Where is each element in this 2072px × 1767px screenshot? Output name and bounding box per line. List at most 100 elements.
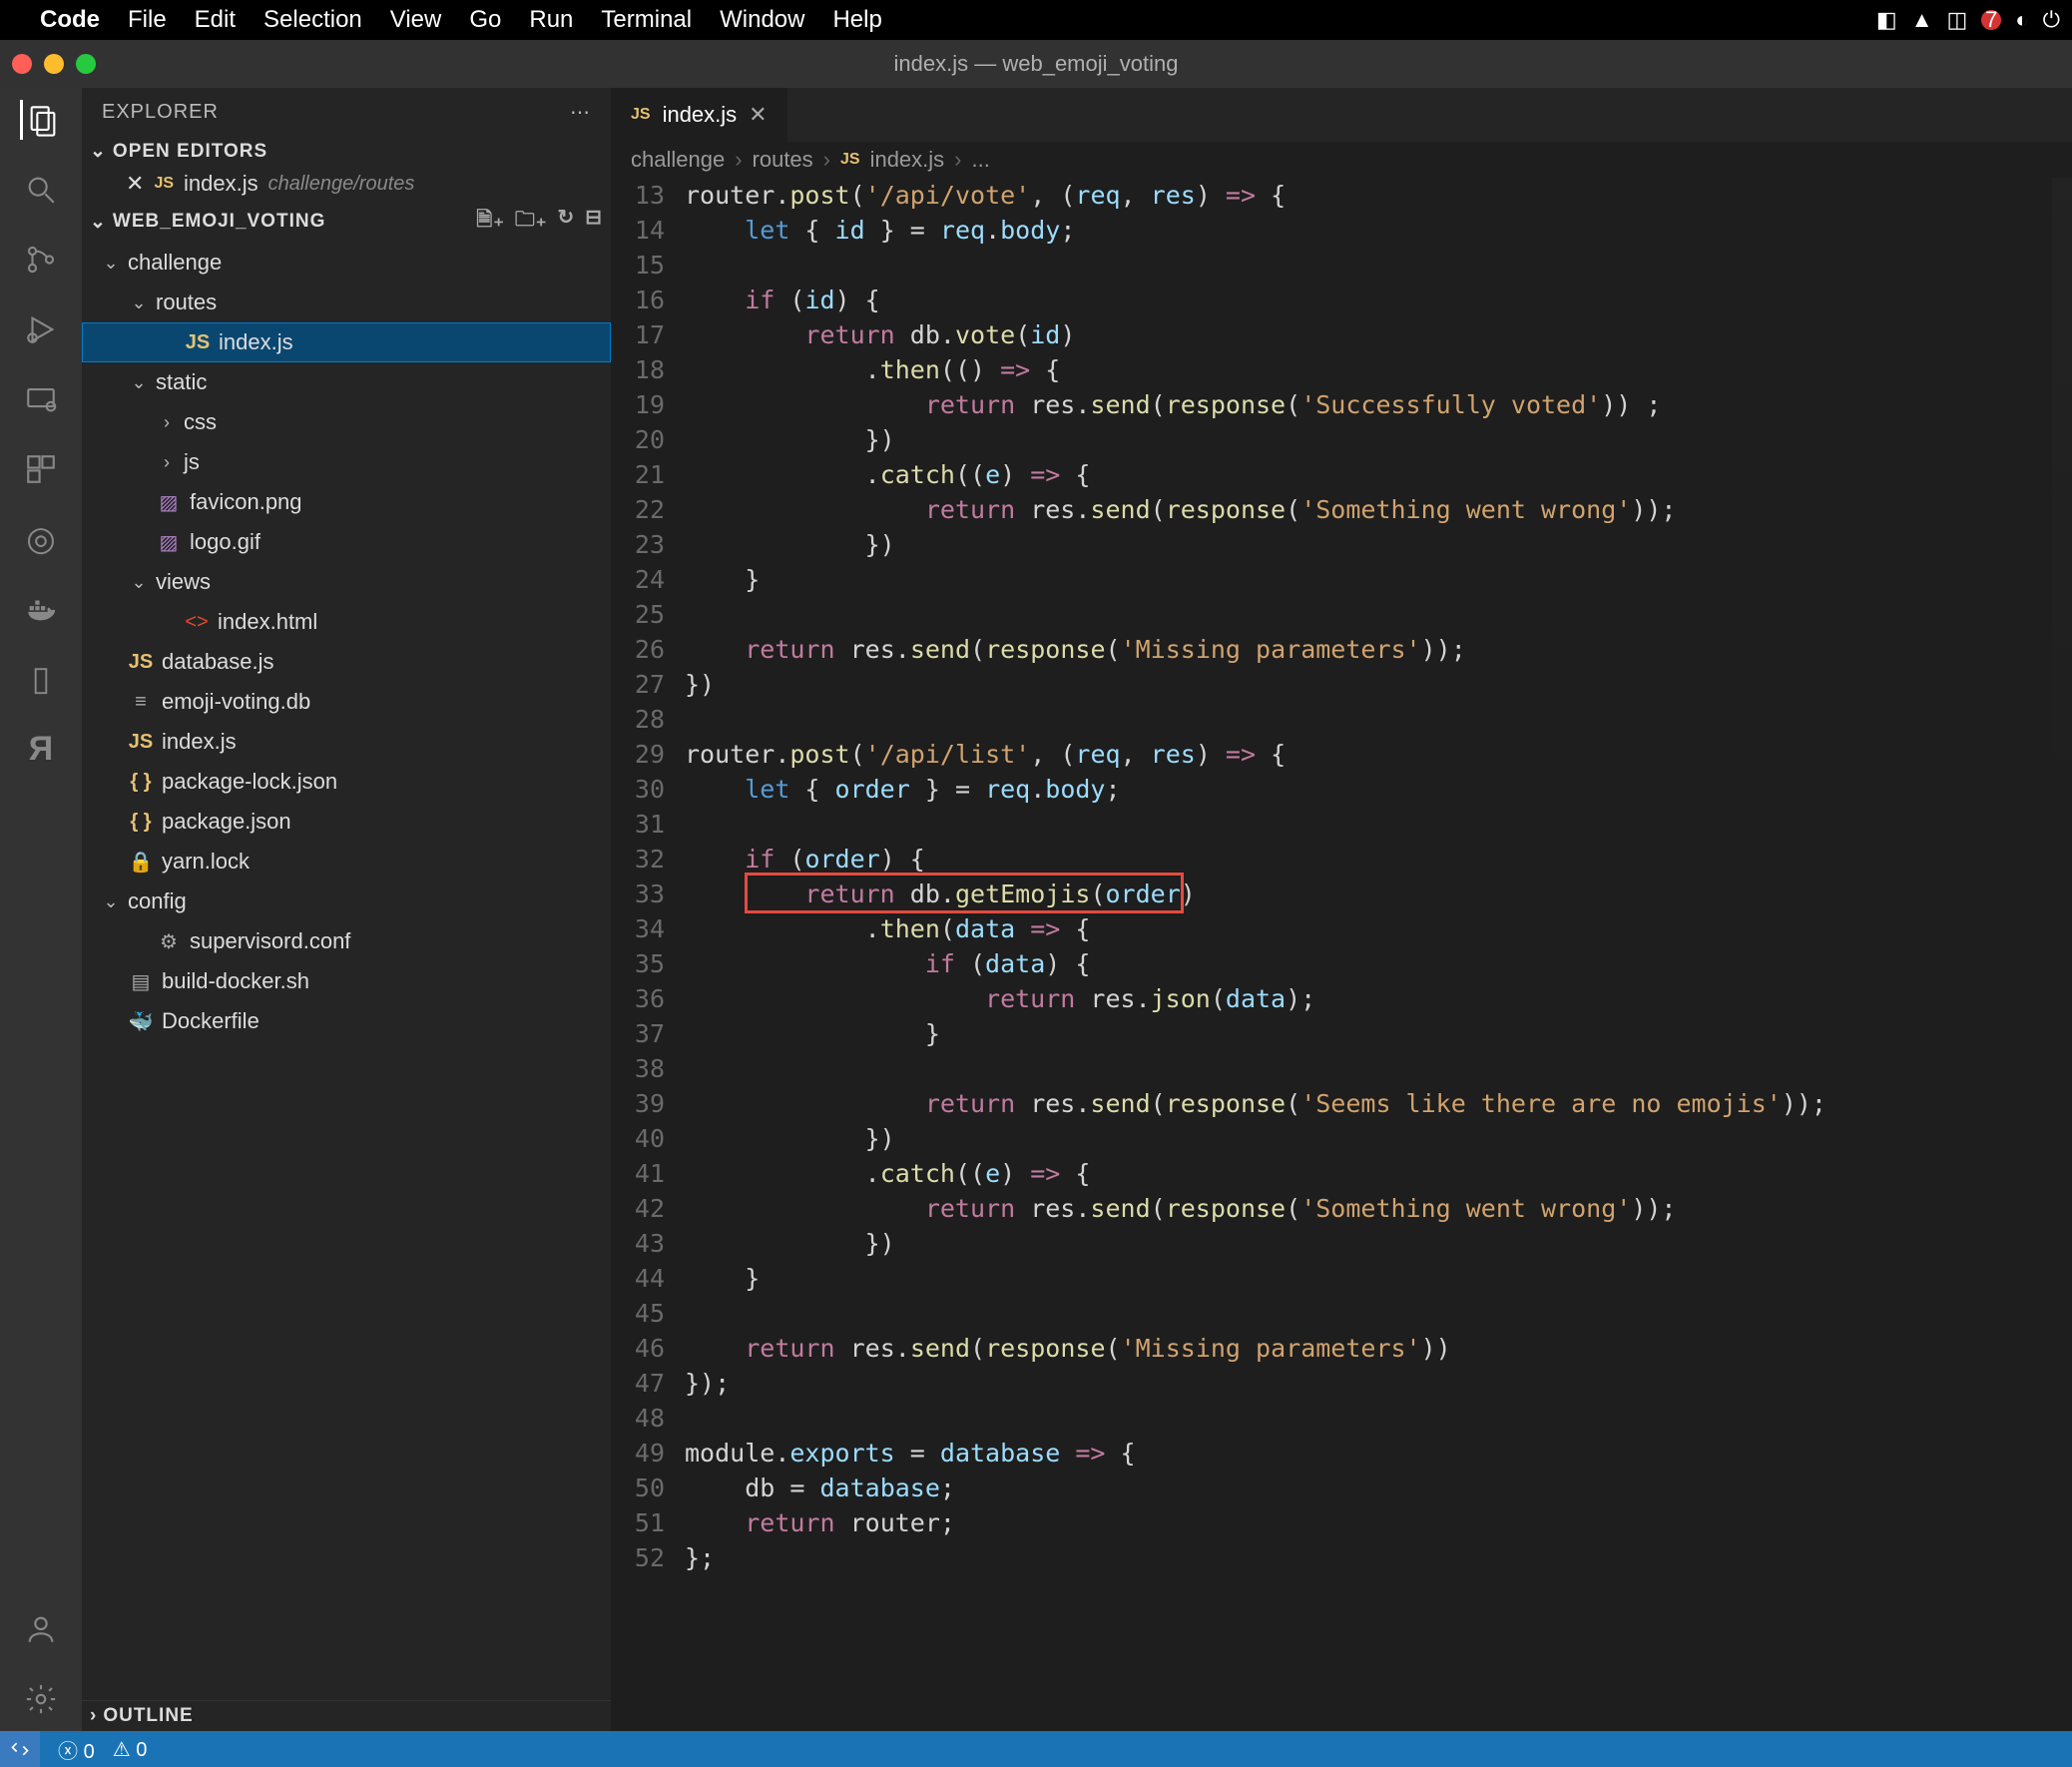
folder-tree-item[interactable]: ⌄routes bbox=[82, 283, 611, 322]
extensions-icon[interactable] bbox=[21, 449, 61, 489]
menu-run[interactable]: Run bbox=[529, 6, 573, 34]
folder-tree-item[interactable]: ⌄views bbox=[82, 562, 611, 602]
file-tree-item[interactable]: JSindex.js bbox=[82, 722, 611, 762]
account-icon[interactable] bbox=[21, 1609, 61, 1649]
tree-item-label: views bbox=[156, 569, 211, 595]
new-folder-icon[interactable]: 🗀₊ bbox=[515, 205, 548, 239]
docker-file-icon: 🐳 bbox=[128, 1009, 154, 1034]
line-gutter: 1314151617181920212223242526272829303132… bbox=[611, 178, 685, 1731]
docker-icon[interactable] bbox=[21, 589, 61, 629]
file-tree-item[interactable]: ▤build-docker.sh bbox=[82, 961, 611, 1001]
code-content[interactable]: router.post('/api/vote', (req, res) => {… bbox=[685, 178, 2072, 1731]
folder-tree-item[interactable]: ›js bbox=[82, 442, 611, 482]
menu-selection[interactable]: Selection bbox=[263, 6, 362, 34]
menu-edit[interactable]: Edit bbox=[195, 6, 236, 34]
editor-tabs: JS index.js ✕ bbox=[611, 88, 2072, 142]
folder-tree-item[interactable]: ⌄static bbox=[82, 362, 611, 402]
warnings-count[interactable]: ⚠ 0 bbox=[113, 1737, 148, 1762]
folder-tree-item[interactable]: ⌄challenge bbox=[82, 243, 611, 283]
close-icon[interactable]: ✕ bbox=[126, 171, 144, 197]
tree-item-label: build-docker.sh bbox=[162, 968, 309, 994]
new-file-icon[interactable]: 🗎₊ bbox=[476, 205, 505, 239]
editor-tab[interactable]: JS index.js ✕ bbox=[611, 88, 787, 142]
tree-item-label: package-lock.json bbox=[162, 769, 337, 795]
menu-terminal[interactable]: Terminal bbox=[601, 6, 692, 34]
macos-menubar: Code File Edit Selection View Go Run Ter… bbox=[0, 0, 2072, 40]
image-file-icon: ▨ bbox=[156, 530, 182, 555]
menu-view[interactable]: View bbox=[390, 6, 442, 34]
js-file-icon: JS bbox=[154, 175, 174, 193]
breadcrumb[interactable]: challenge› routes› JS index.js› ... bbox=[611, 142, 2072, 178]
search-icon[interactable] bbox=[21, 170, 61, 210]
tray-icon[interactable]: ◐ bbox=[2015, 7, 2028, 33]
tree-item-label: index.js bbox=[219, 329, 293, 355]
collapse-icon[interactable]: ⊟ bbox=[585, 205, 603, 239]
open-editors-header[interactable]: ⌄ OPEN EDITORS bbox=[82, 136, 611, 167]
file-tree-item[interactable]: ≡emoji-voting.db bbox=[82, 682, 611, 722]
folder-tree-item[interactable]: ›css bbox=[82, 402, 611, 442]
editor-area: JS index.js ✕ challenge› routes› JS inde… bbox=[611, 88, 2072, 1731]
tree-item-label: database.js bbox=[162, 649, 274, 675]
file-tree-item[interactable]: ▨favicon.png bbox=[82, 482, 611, 522]
folder-tree-item[interactable]: ⌄ config bbox=[82, 882, 611, 921]
tree-item-label: logo.gif bbox=[190, 529, 260, 555]
project-header[interactable]: ⌄ WEB_EMOJI_VOTING 🗎₊ 🗀₊ ↻ ⊟ bbox=[82, 201, 611, 243]
maximize-window-button[interactable] bbox=[76, 54, 96, 74]
explorer-icon[interactable] bbox=[20, 100, 60, 140]
refresh-icon[interactable]: ↻ bbox=[557, 205, 575, 239]
file-tree-item[interactable]: 🐳 Dockerfile bbox=[82, 1001, 611, 1041]
minimap[interactable] bbox=[2052, 178, 2072, 835]
close-tab-icon[interactable]: ✕ bbox=[749, 102, 767, 128]
notification-badge[interactable]: 7 bbox=[1981, 10, 2001, 30]
menu-go[interactable]: Go bbox=[469, 6, 501, 34]
open-editor-item[interactable]: ✕ JS index.js challenge/routes bbox=[82, 167, 611, 201]
tree-item-label: Dockerfile bbox=[162, 1008, 259, 1034]
tray-icon[interactable]: ⏻ bbox=[2043, 7, 2060, 33]
menu-window[interactable]: Window bbox=[720, 6, 804, 34]
js-file-icon: JS bbox=[128, 731, 154, 754]
tray-icon[interactable]: ◫ bbox=[1947, 7, 1968, 33]
file-tree-item[interactable]: 🔒yarn.lock bbox=[82, 842, 611, 882]
ext-icon[interactable]: ◎ bbox=[21, 519, 61, 559]
close-window-button[interactable] bbox=[12, 54, 32, 74]
file-tree-item[interactable]: { }package.json bbox=[82, 802, 611, 842]
debug-icon[interactable] bbox=[21, 309, 61, 349]
file-tree-item[interactable]: ▨ logo.gif bbox=[82, 522, 611, 562]
chevron-down-icon: ⌄ bbox=[102, 253, 120, 274]
tree-item-label: package.json bbox=[162, 809, 291, 835]
file-tree-item[interactable]: { } package-lock.json bbox=[82, 762, 611, 802]
tree-item-label: index.html bbox=[218, 609, 317, 635]
file-tree-item[interactable]: JS database.js bbox=[82, 642, 611, 682]
chevron-down-icon: ⌄ bbox=[102, 891, 120, 912]
file-tree-item[interactable]: <> index.html bbox=[82, 602, 611, 642]
chevron-right-icon: › bbox=[90, 1705, 97, 1727]
settings-icon[interactable] bbox=[21, 1679, 61, 1719]
json-file-icon: { } bbox=[128, 771, 154, 794]
ext-icon[interactable]: Я bbox=[21, 729, 61, 769]
tree-item-label: config bbox=[128, 888, 187, 914]
more-icon[interactable]: ⋯ bbox=[570, 100, 591, 125]
code-editor[interactable]: 1314151617181920212223242526272829303132… bbox=[611, 178, 2072, 1731]
errors-count[interactable]: ⓧ 0 bbox=[58, 1735, 95, 1764]
js-file-icon: JS bbox=[631, 106, 651, 124]
menu-help[interactable]: Help bbox=[832, 6, 881, 34]
tree-item-label: emoji-voting.db bbox=[162, 689, 310, 715]
remote-indicator[interactable] bbox=[0, 1731, 40, 1767]
file-tree: ⌄challenge⌄routesJSindex.js⌄static›css›j… bbox=[82, 243, 611, 1700]
app-name[interactable]: Code bbox=[40, 6, 100, 34]
file-tree-item[interactable]: ⚙supervisord.conf bbox=[82, 921, 611, 961]
js-file-icon: JS bbox=[128, 651, 154, 674]
html-file-icon: <> bbox=[184, 611, 210, 634]
outline-header[interactable]: › OUTLINE bbox=[82, 1700, 611, 1731]
tray-icon[interactable]: ▲ bbox=[1911, 7, 1933, 33]
ext-icon[interactable]: ▯ bbox=[21, 659, 61, 699]
source-control-icon[interactable] bbox=[21, 240, 61, 280]
file-tree-item[interactable]: JSindex.js bbox=[82, 322, 611, 362]
menu-file[interactable]: File bbox=[128, 6, 167, 34]
tray-icon[interactable]: ◧ bbox=[1876, 7, 1897, 33]
minimize-window-button[interactable] bbox=[44, 54, 64, 74]
remote-icon[interactable] bbox=[21, 379, 61, 419]
chevron-down-icon: ⌄ bbox=[90, 211, 107, 234]
lock-file-icon: 🔒 bbox=[128, 850, 154, 875]
sidebar-title: EXPLORER bbox=[102, 101, 219, 124]
